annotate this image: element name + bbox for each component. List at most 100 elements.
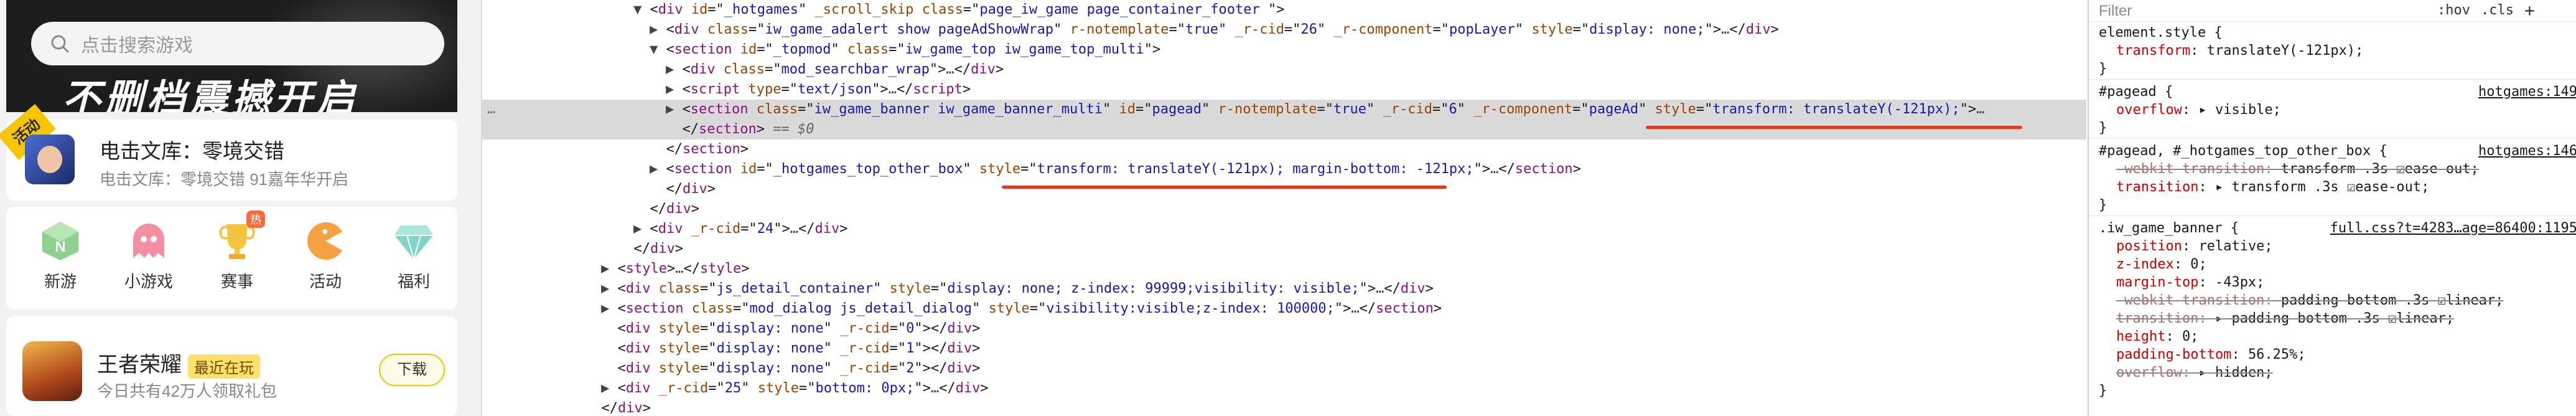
- markup-token: ": [1202, 102, 1218, 117]
- property-value: 0;: [2190, 257, 2207, 272]
- markup-token: =": [889, 321, 907, 336]
- markup-token: >: [995, 62, 1004, 77]
- markup-token: =": [889, 42, 905, 57]
- overridden-declaration[interactable]: -webkit-transition: transform .3s ☑ease-…: [2116, 160, 2479, 178]
- markup-token: section: [674, 161, 732, 177]
- markup-token: <: [617, 281, 626, 296]
- class-toggle[interactable]: .cls: [2481, 2, 2514, 18]
- collapsed-caret-icon[interactable]: ▶: [666, 102, 683, 117]
- markup-token: ": [963, 161, 979, 177]
- elements-panel: ▼ <div id="_hotgames" _scroll_skip class…: [482, 0, 2086, 416]
- hover-state-toggle[interactable]: :hov: [2437, 2, 2470, 18]
- download-button[interactable]: 下载: [379, 354, 445, 386]
- filter-bar: Filter :hov .cls +: [2089, 0, 2576, 22]
- nav-item-events[interactable]: 热 赛事: [203, 210, 271, 292]
- markup-token: </: [930, 341, 948, 356]
- collapsed-caret-icon[interactable]: ▶: [601, 301, 618, 316]
- style-declaration[interactable]: z-index: 0;: [2116, 255, 2207, 273]
- style-declaration[interactable]: height: 0;: [2116, 328, 2198, 346]
- nav-item-activities[interactable]: 活动: [291, 219, 360, 292]
- markup-token: mod_dialog js_detail_dialog: [749, 301, 973, 316]
- node-markup: </div>: [617, 239, 684, 259]
- style-declaration[interactable]: position: relative;: [2116, 237, 2273, 255]
- dom-node-selected[interactable]: … ▶ <section class="iw_game_banner iw_gam…: [482, 100, 2086, 120]
- colon: :: [2182, 102, 2199, 118]
- markup-token: =": [1284, 22, 1301, 37]
- markup-token: >: [756, 121, 765, 137]
- expanded-caret-icon[interactable]: ▼: [633, 2, 650, 17]
- markup-token: <: [650, 2, 658, 17]
- style-declaration[interactable]: transition: ▸ transform .3s ☑ease-out;: [2116, 178, 2429, 196]
- rule-source-link[interactable]: full.css?t=4283…age=86400:1195: [2330, 219, 2576, 237]
- annotation-underline: [1002, 186, 1447, 189]
- style-declaration[interactable]: margin-top: -43px;: [2116, 273, 2264, 291]
- markup-token: >: [839, 221, 848, 237]
- markup-token: …: [946, 62, 954, 77]
- markup-token: =": [798, 381, 816, 396]
- node-markup: </section>: [650, 139, 749, 159]
- collapsed-caret-icon[interactable]: ▶: [666, 62, 683, 77]
- markup-token: …: [1721, 22, 1730, 37]
- markup-token: _r-cid: [1383, 102, 1432, 117]
- game-card[interactable]: 王者荣耀 最近在玩 今日共有42万人领取礼包 下载: [6, 316, 457, 416]
- markup-token: _topmod: [773, 42, 831, 57]
- markup-token: div: [618, 400, 643, 416]
- markup-token: ">: [914, 341, 931, 356]
- collapsed-caret-icon[interactable]: ▶: [601, 381, 618, 396]
- property-name: height: [2116, 329, 2166, 344]
- markup-token: >: [1425, 281, 1434, 296]
- dom-node-selected[interactable]: </section> == $0: [482, 120, 2086, 139]
- markup-token: =": [699, 321, 717, 336]
- markup-token: 1: [906, 341, 915, 356]
- activity-card[interactable]: 活动 电击文库：零境交错 电击文库：零境交错 91嘉年华开启: [0, 104, 457, 201]
- filter-input[interactable]: Filter: [2099, 2, 2132, 20]
- markup-token: div: [658, 221, 683, 237]
- markup-token: _r-component: [1333, 22, 1433, 37]
- new-rule-button[interactable]: +: [2524, 0, 2535, 21]
- markup-token: id: [732, 42, 757, 57]
- markup-token: </: [601, 400, 618, 416]
- nav-item-new-games[interactable]: N 新游: [26, 219, 95, 292]
- markup-token: div: [947, 361, 973, 376]
- markup-token: class: [650, 281, 700, 296]
- collapsed-caret-icon[interactable]: ▶: [650, 161, 666, 177]
- collapsed-caret-icon[interactable]: ▶: [666, 82, 683, 97]
- nav-item-welfare[interactable]: 福利: [380, 219, 448, 292]
- collapsed-caret-icon[interactable]: ▶: [601, 261, 618, 277]
- markup-token: style: [988, 301, 1030, 316]
- collapsed-caret-icon[interactable]: ▶: [601, 281, 618, 296]
- markup-token: 24: [757, 221, 774, 237]
- markup-token: ">: [1959, 102, 1977, 117]
- collapsed-caret-icon[interactable]: ▶: [633, 221, 650, 237]
- search-input[interactable]: 点击搜索游戏: [31, 22, 444, 65]
- rule-source-link[interactable]: hotgames:146: [2478, 142, 2576, 160]
- nav-item-mini-games[interactable]: 小游戏: [114, 219, 183, 292]
- expanded-caret-icon[interactable]: ▼: [650, 42, 666, 57]
- markup-token: ">: [1268, 2, 1285, 17]
- style-declaration[interactable]: transform: translateY(-121px);: [2116, 42, 2363, 60]
- style-declaration[interactable]: padding-bottom: 56.25%;: [2116, 346, 2306, 364]
- markup-token: ": [741, 381, 758, 396]
- style-declaration[interactable]: overflow: ▸ visible;: [2116, 101, 2281, 119]
- overridden-declaration[interactable]: transition: ▸ padding-bottom .3s ☑linear…: [2116, 310, 2454, 328]
- markup-token: iw_game_top iw_game_top_multi: [905, 42, 1144, 57]
- markup-token: …: [790, 221, 798, 237]
- colon: :: [2173, 257, 2191, 272]
- game-name: 王者荣耀: [97, 353, 182, 377]
- markup-token: div: [625, 381, 651, 396]
- markup-token: class: [847, 42, 889, 57]
- markup-token: =": [732, 301, 750, 316]
- overridden-declaration[interactable]: overflow: ▸ hidden;: [2116, 364, 2273, 382]
- hot-badge: 热: [246, 210, 265, 228]
- node-markup: ▼ <div id="_hotgames" _scroll_skip class…: [633, 0, 1285, 20]
- markup-token: r-notemplate: [1218, 102, 1317, 117]
- property-value: ▸ transform .3s ☑ease-out;: [2214, 179, 2430, 195]
- markup-token: div: [625, 341, 651, 356]
- collapsed-caret-icon[interactable]: ▶: [650, 22, 666, 37]
- markup-token: true: [1333, 102, 1366, 117]
- rule-source-link[interactable]: hotgames:149: [2478, 83, 2576, 101]
- overridden-declaration[interactable]: -webkit-transition: padding-bottom .3s ☑…: [2116, 291, 2504, 310]
- hero-banner[interactable]: 点击搜索游戏 不删档震撼开启: [6, 0, 457, 112]
- markup-token: iw_game_banner iw_game_banner_multi: [814, 102, 1103, 117]
- markup-token: <: [617, 261, 626, 277]
